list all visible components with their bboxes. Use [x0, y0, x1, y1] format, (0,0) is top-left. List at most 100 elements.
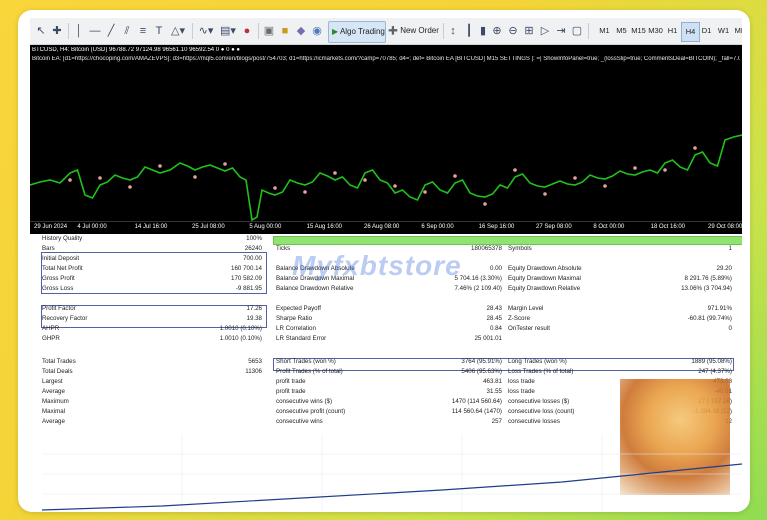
stat-label: Initial Deposit	[42, 255, 80, 262]
stat-value: 13.06% (3 704.94)	[681, 285, 732, 292]
open-folder-icon[interactable]: ▣	[262, 22, 276, 40]
trade-marker	[663, 168, 667, 172]
stat-value: 0	[728, 325, 732, 332]
stat-value: 25 001.01	[474, 335, 502, 342]
timeframe-m15[interactable]: M15	[630, 22, 647, 40]
time-axis: 29 Jun 2024 4 Jul 00:00 14 Jul 16:00 25 Jul…	[30, 221, 742, 234]
bar-chart-icon[interactable]: ┃	[462, 22, 476, 40]
tile-windows-icon[interactable]: ⊞	[522, 22, 536, 40]
stat-value: 8 291.76 (5.89%)	[684, 275, 732, 282]
crosshair-icon[interactable]: ✚	[50, 22, 64, 40]
toolbar-separator	[588, 23, 589, 39]
stat-value: 114 560.64 (1470)	[451, 408, 502, 415]
signals-icon[interactable]: ◉	[310, 22, 324, 40]
time-label: 18 Oct 16:00	[650, 224, 686, 230]
lock-icon[interactable]: ■	[278, 22, 292, 40]
toolbar: ↖ ✚ │ — ╱ ⫽ ≡ T △▾ ∿▾ ▤▾ ● ▣ ■ ◆ ◉ ▶ Alg…	[30, 18, 742, 45]
timeframe-w1[interactable]: W1	[715, 22, 732, 40]
stat-label: Average	[42, 418, 65, 425]
stat-label: Profit Factor	[42, 305, 76, 312]
timeframe-m1[interactable]: M1	[596, 22, 613, 40]
stat-value: 0.84	[489, 325, 502, 332]
indicators-menu-icon[interactable]: ∿▾	[196, 22, 216, 40]
stat-label: GHPR	[42, 335, 60, 342]
timeframe-mn[interactable]: MN	[732, 22, 742, 40]
toolbar-separator	[192, 23, 193, 39]
trade-marker	[513, 168, 517, 172]
time-label: 6 Sep 00:00	[421, 224, 454, 230]
trade-marker	[543, 192, 547, 196]
price-chart[interactable]: BTCUSD, H4: Bitcoin (USD) 96788.72 97124…	[30, 45, 742, 233]
shapes-menu-icon[interactable]: △▾	[168, 22, 188, 40]
trade-marker	[68, 178, 72, 182]
stat-value: 700.00	[243, 255, 262, 262]
time-label: 26 Aug 08:00	[364, 224, 400, 230]
trade-marker	[693, 146, 697, 150]
autoscroll-icon[interactable]: ▷	[538, 22, 552, 40]
trade-marker	[363, 178, 367, 182]
channel-icon[interactable]: ⫽	[120, 22, 134, 40]
stat-value: 31.55	[486, 388, 502, 395]
toolbar-separator	[443, 23, 444, 39]
horizontal-line-icon[interactable]: —	[88, 22, 102, 40]
zoom-in-icon[interactable]: ⊕	[490, 22, 504, 40]
trade-marker	[193, 175, 197, 179]
strategy-tester-icon[interactable]: ◆	[294, 22, 308, 40]
stat-value	[150, 377, 262, 387]
toolbar-separator	[258, 23, 259, 39]
trade-marker	[303, 190, 307, 194]
stat-label: AHPR	[42, 325, 60, 332]
time-label: 29 Jun 2024	[34, 224, 68, 230]
stat-value	[150, 407, 262, 417]
stat-value: 17.26	[246, 305, 262, 312]
plus-icon: ➕	[388, 26, 398, 35]
stat-label: History Quality	[42, 235, 83, 242]
timeframe-m5[interactable]: M5	[613, 22, 630, 40]
stat-label: Recovery Factor	[42, 315, 88, 322]
trendline-icon[interactable]: ╱	[104, 22, 118, 40]
trade-marker	[128, 185, 132, 189]
time-label: 25 Jul 08:00	[192, 224, 225, 230]
fibonacci-icon[interactable]: ≡	[136, 22, 150, 40]
new-order-button[interactable]: ➕ New Order	[388, 21, 440, 41]
vertical-line-icon[interactable]: │	[72, 22, 86, 40]
stat-value: 160 700.14	[231, 265, 262, 272]
stat-value: 1470 (114 560.64)	[451, 398, 502, 405]
stat-label: Average	[42, 388, 65, 395]
experts-icon[interactable]: ●	[240, 22, 254, 40]
depth-of-market-icon[interactable]: ↕	[446, 22, 460, 40]
time-label: 14 Jul 16:00	[134, 224, 168, 230]
templates-menu-icon[interactable]: ▤▾	[218, 22, 238, 40]
stat-label: Total Deals	[42, 368, 73, 375]
text-tool-icon[interactable]: T	[152, 22, 166, 40]
chart-shift-icon[interactable]: ⇥	[554, 22, 568, 40]
trade-marker	[333, 171, 337, 175]
trade-marker	[158, 164, 162, 168]
play-icon: ▶	[332, 27, 339, 36]
stat-value: -60.81 (99.74%)	[687, 315, 732, 322]
stat-value	[150, 397, 262, 407]
stat-label: Largest	[42, 378, 63, 385]
algo-trading-button[interactable]: ▶ Algo Trading	[328, 21, 386, 43]
stat-value: 3764 (95.91%)	[461, 358, 502, 365]
trade-marker	[483, 202, 487, 206]
timeframe-h1[interactable]: H1	[664, 22, 681, 40]
time-label: 29 Oct 08:00	[708, 224, 742, 230]
zoom-out-icon[interactable]: ⊖	[506, 22, 520, 40]
stat-label: Total Net Profit	[42, 265, 83, 272]
stat-value: 7.46% (2 109.40)	[454, 285, 502, 292]
stat-value: 971.91%	[707, 305, 732, 312]
time-label: 15 Aug 16:00	[306, 224, 343, 230]
trade-marker	[633, 166, 637, 170]
timeframe-d1[interactable]: D1	[698, 22, 715, 40]
watermark: Myfxbtstore	[292, 250, 462, 281]
new-order-label: New Order	[400, 26, 439, 35]
cursor-icon[interactable]: ↖	[34, 22, 48, 40]
stat-value: 257	[491, 418, 502, 425]
stat-value: 100%	[246, 235, 262, 242]
candlestick-icon[interactable]: ▮	[476, 22, 490, 40]
timeframe-m30[interactable]: M30	[647, 22, 664, 40]
trade-marker	[273, 186, 277, 190]
screenshot-icon[interactable]: ▢	[570, 22, 584, 40]
stat-label: Maximum	[42, 398, 69, 405]
